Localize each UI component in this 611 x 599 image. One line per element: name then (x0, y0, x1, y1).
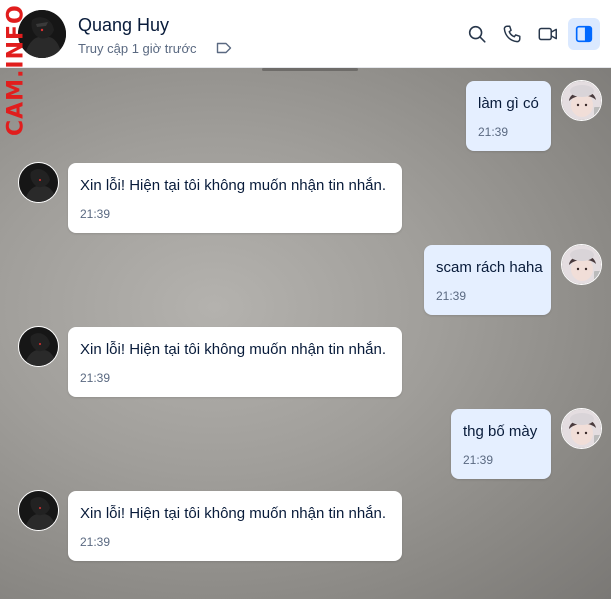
video-icon (538, 27, 557, 41)
message-time: 21:39 (478, 125, 509, 139)
message-time: 21:39 (80, 535, 111, 549)
message-bubble-incoming[interactable]: Xin lỗi! Hiện tại tôi không muốn nhận ti… (68, 491, 402, 561)
message-text: scam rách haha (436, 259, 543, 276)
message-time: 21:39 (436, 289, 467, 303)
video-call-button[interactable] (532, 18, 564, 50)
message-text: Xin lỗi! Hiện tại tôi không muốn nhận ti… (80, 177, 387, 194)
message-text: Xin lỗi! Hiện tại tôi không muốn nhận ti… (80, 341, 387, 358)
message-bubble-outgoing[interactable]: làm gì có 21:39 (466, 81, 551, 151)
scroll-handle[interactable] (262, 68, 358, 71)
message-text: Xin lỗi! Hiện tại tôi không muốn nhận ti… (80, 505, 387, 522)
message-list[interactable]: làm gì có 21:39 Xin lỗi! Hiện tại tôi kh… (0, 68, 611, 599)
message-text: làm gì có (478, 95, 539, 112)
search-icon (468, 25, 486, 43)
tag-icon[interactable] (216, 41, 232, 55)
my-avatar[interactable] (561, 80, 602, 121)
message-bubble-outgoing[interactable]: thg bố mày 21:39 (451, 409, 551, 479)
contact-name[interactable]: Quang Huy (78, 15, 169, 36)
contact-message-avatar[interactable] (18, 490, 59, 531)
message-bubble-outgoing[interactable]: scam rách haha 21:39 (424, 245, 551, 315)
message-bubble-incoming[interactable]: Xin lỗi! Hiện tại tôi không muốn nhận ti… (68, 327, 402, 397)
my-avatar[interactable] (561, 244, 602, 285)
message-time: 21:39 (463, 453, 494, 467)
my-avatar[interactable] (561, 408, 602, 449)
message-time: 21:39 (80, 371, 111, 385)
contact-status: Truy cập 1 giờ trước (78, 41, 197, 56)
message-text: thg bố mày (463, 423, 538, 440)
message-bubble-incoming[interactable]: Xin lỗi! Hiện tại tôi không muốn nhận ti… (68, 163, 402, 233)
voice-call-button[interactable] (496, 18, 528, 50)
search-button[interactable] (461, 18, 493, 50)
phone-icon (503, 25, 521, 43)
contact-message-avatar[interactable] (18, 326, 59, 367)
watermark: CAM.INFO (3, 4, 29, 136)
sidebar-toggle-icon (575, 25, 593, 43)
conversation-info-toggle[interactable] (568, 18, 600, 50)
chat-header: Quang Huy Truy cập 1 giờ trước (0, 0, 611, 68)
message-time: 21:39 (80, 207, 111, 221)
contact-message-avatar[interactable] (18, 162, 59, 203)
